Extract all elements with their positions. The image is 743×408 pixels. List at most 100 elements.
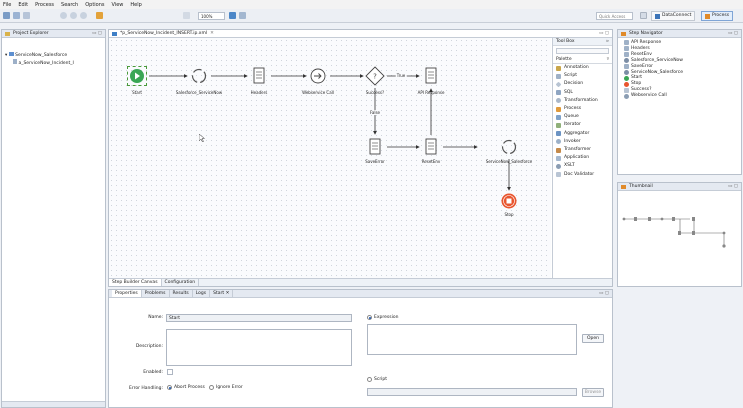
tree-item-process-file[interactable]: a_ServiceNow_Incident_I: [5, 59, 105, 67]
palette-sql[interactable]: SQL: [553, 89, 612, 97]
node-save-error[interactable]: [365, 137, 385, 157]
editor-minimize-maximize-icon[interactable]: ▭ ▢: [599, 30, 609, 38]
minimize-maximize-icon[interactable]: ▭ ▢: [92, 30, 102, 38]
node-start[interactable]: [127, 66, 147, 86]
palette-aggregator[interactable]: Aggregator: [553, 130, 612, 138]
node-label-webservice-call: Webservice Call: [302, 90, 334, 95]
perspective-dataconnect[interactable]: DataConnect: [651, 11, 696, 21]
menu-options[interactable]: Options: [85, 2, 104, 8]
node-label-stop: Stop: [504, 212, 514, 217]
save-icon[interactable]: [13, 12, 20, 19]
menu-help[interactable]: Help: [130, 2, 141, 8]
quick-access-input[interactable]: Quick Access: [596, 12, 633, 20]
tab-logs[interactable]: Logs: [193, 290, 211, 297]
invoker-icon: [310, 68, 326, 84]
node-label-salesforce-servicenow: Salesforce_ServiceNow: [175, 90, 223, 95]
open-perspective-icon[interactable]: [640, 12, 647, 19]
node-headers[interactable]: [249, 66, 269, 86]
tab-step-builder-canvas[interactable]: Step Builder Canvas: [109, 279, 162, 286]
palette-invoker[interactable]: Invoker: [553, 138, 612, 146]
palette-xslt[interactable]: XSLT: [553, 162, 612, 170]
step-navigator-title-bar: Step Navigator ▭ ▢: [618, 30, 741, 38]
palette-doc-validator[interactable]: Doc Validator: [553, 171, 612, 179]
navigator-minimize-maximize-icon[interactable]: ▭ ▢: [728, 30, 738, 38]
thumbnail-minimize-maximize-icon[interactable]: ▭ ▢: [728, 183, 738, 191]
file-icon: [13, 59, 17, 64]
menu-view[interactable]: View: [112, 2, 124, 8]
aggregator-icon: [556, 131, 561, 137]
nav-item-webservice-call[interactable]: Webservice Call: [618, 93, 741, 99]
browse-button[interactable]: Browse: [582, 388, 604, 397]
start-icon: [624, 75, 629, 81]
script-radio[interactable]: Script: [367, 377, 387, 382]
palette-iterator[interactable]: Iterator: [553, 121, 612, 129]
node-label-reset-env: ResetEnv: [421, 159, 441, 164]
node-salesforce-servicenow[interactable]: [189, 66, 209, 86]
grid-icon[interactable]: [239, 12, 246, 19]
thumbnail-preview[interactable]: [618, 191, 741, 286]
layout-icon[interactable]: [229, 12, 236, 19]
palette-process[interactable]: Process: [553, 105, 612, 113]
palette-application[interactable]: Application: [553, 154, 612, 162]
print-icon[interactable]: [23, 12, 30, 19]
perspective-process[interactable]: Process: [701, 11, 734, 21]
radio-selected-icon: [367, 315, 372, 320]
invoker-icon: [624, 93, 629, 99]
debug-icon[interactable]: [70, 12, 77, 19]
tree-item-project[interactable]: ▾ ServiceNow_Salesforce: [5, 52, 105, 59]
script-path-field[interactable]: [367, 388, 577, 396]
process-file-icon: [112, 31, 117, 36]
palette-header[interactable]: Palette ▿: [553, 56, 612, 64]
node-success-decision[interactable]: ?: [365, 66, 385, 86]
doc-validator-icon: [556, 172, 561, 178]
enabled-checkbox[interactable]: [167, 369, 173, 375]
palette-decision[interactable]: Decision: [553, 80, 612, 88]
script-icon: [624, 64, 629, 70]
abort-process-radio[interactable]: Abort Process: [167, 385, 205, 390]
properties-minimize-maximize-icon[interactable]: ▭ ▢: [599, 290, 609, 298]
menu-search[interactable]: Search: [61, 2, 78, 8]
node-stop[interactable]: [499, 191, 519, 211]
node-reset-env[interactable]: [421, 137, 441, 157]
menu-file[interactable]: File: [3, 2, 11, 8]
palette-script[interactable]: Script: [553, 72, 612, 80]
script-icon: [425, 67, 437, 84]
tab-properties[interactable]: Properties: [112, 290, 142, 297]
tab-configuration[interactable]: Configuration: [162, 279, 200, 286]
zoom-out-icon[interactable]: [183, 12, 190, 19]
menu-process[interactable]: Process: [35, 2, 54, 8]
palette-queue[interactable]: Queue: [553, 113, 612, 121]
refresh-icon[interactable]: [80, 12, 87, 19]
description-textarea[interactable]: [166, 329, 352, 366]
node-api-response[interactable]: [421, 66, 441, 86]
name-field[interactable]: Start: [166, 314, 352, 322]
wizard-icon[interactable]: [96, 12, 103, 19]
node-webservice-call[interactable]: [308, 66, 328, 86]
palette-transformer[interactable]: Transformer: [553, 146, 612, 154]
palette-expand-icon[interactable]: ▿: [607, 56, 612, 63]
process-cycle-icon: [624, 58, 629, 64]
application-icon: [556, 155, 561, 161]
run-icon[interactable]: [60, 12, 67, 19]
description-label: Description:: [135, 344, 163, 349]
menu-edit[interactable]: Edit: [18, 2, 28, 8]
palette-annotation[interactable]: Annotation: [553, 64, 612, 72]
palette-transformation[interactable]: Transformation: [553, 97, 612, 105]
toolbox-filter-input[interactable]: [556, 48, 609, 54]
expression-radio[interactable]: Expression: [367, 315, 398, 320]
node-servicenow-salesforce[interactable]: [499, 137, 519, 157]
horizontal-scrollbar[interactable]: [2, 401, 105, 407]
properties-panel: Properties Problems Results Logs Start ✕…: [108, 289, 613, 408]
tab-problems[interactable]: Problems: [142, 290, 170, 297]
ignore-error-radio[interactable]: Ignore Error: [209, 385, 243, 390]
new-icon[interactable]: [3, 12, 10, 19]
toolbox-collapse-icon[interactable]: ▹: [607, 38, 612, 45]
open-button[interactable]: Open: [582, 334, 604, 343]
zoom-select[interactable]: 100%: [198, 12, 225, 20]
editor-tab[interactable]: *p_ServiceNow_Incident_INSERT.ip.xml: [120, 30, 207, 38]
close-icon[interactable]: ✕: [210, 30, 214, 38]
process-canvas[interactable]: Start Salesforce_ServiceNow Headers Webs…: [109, 38, 551, 280]
tab-start[interactable]: Start ✕: [210, 290, 234, 297]
expression-textarea[interactable]: [367, 324, 577, 355]
tab-results[interactable]: Results: [170, 290, 193, 297]
